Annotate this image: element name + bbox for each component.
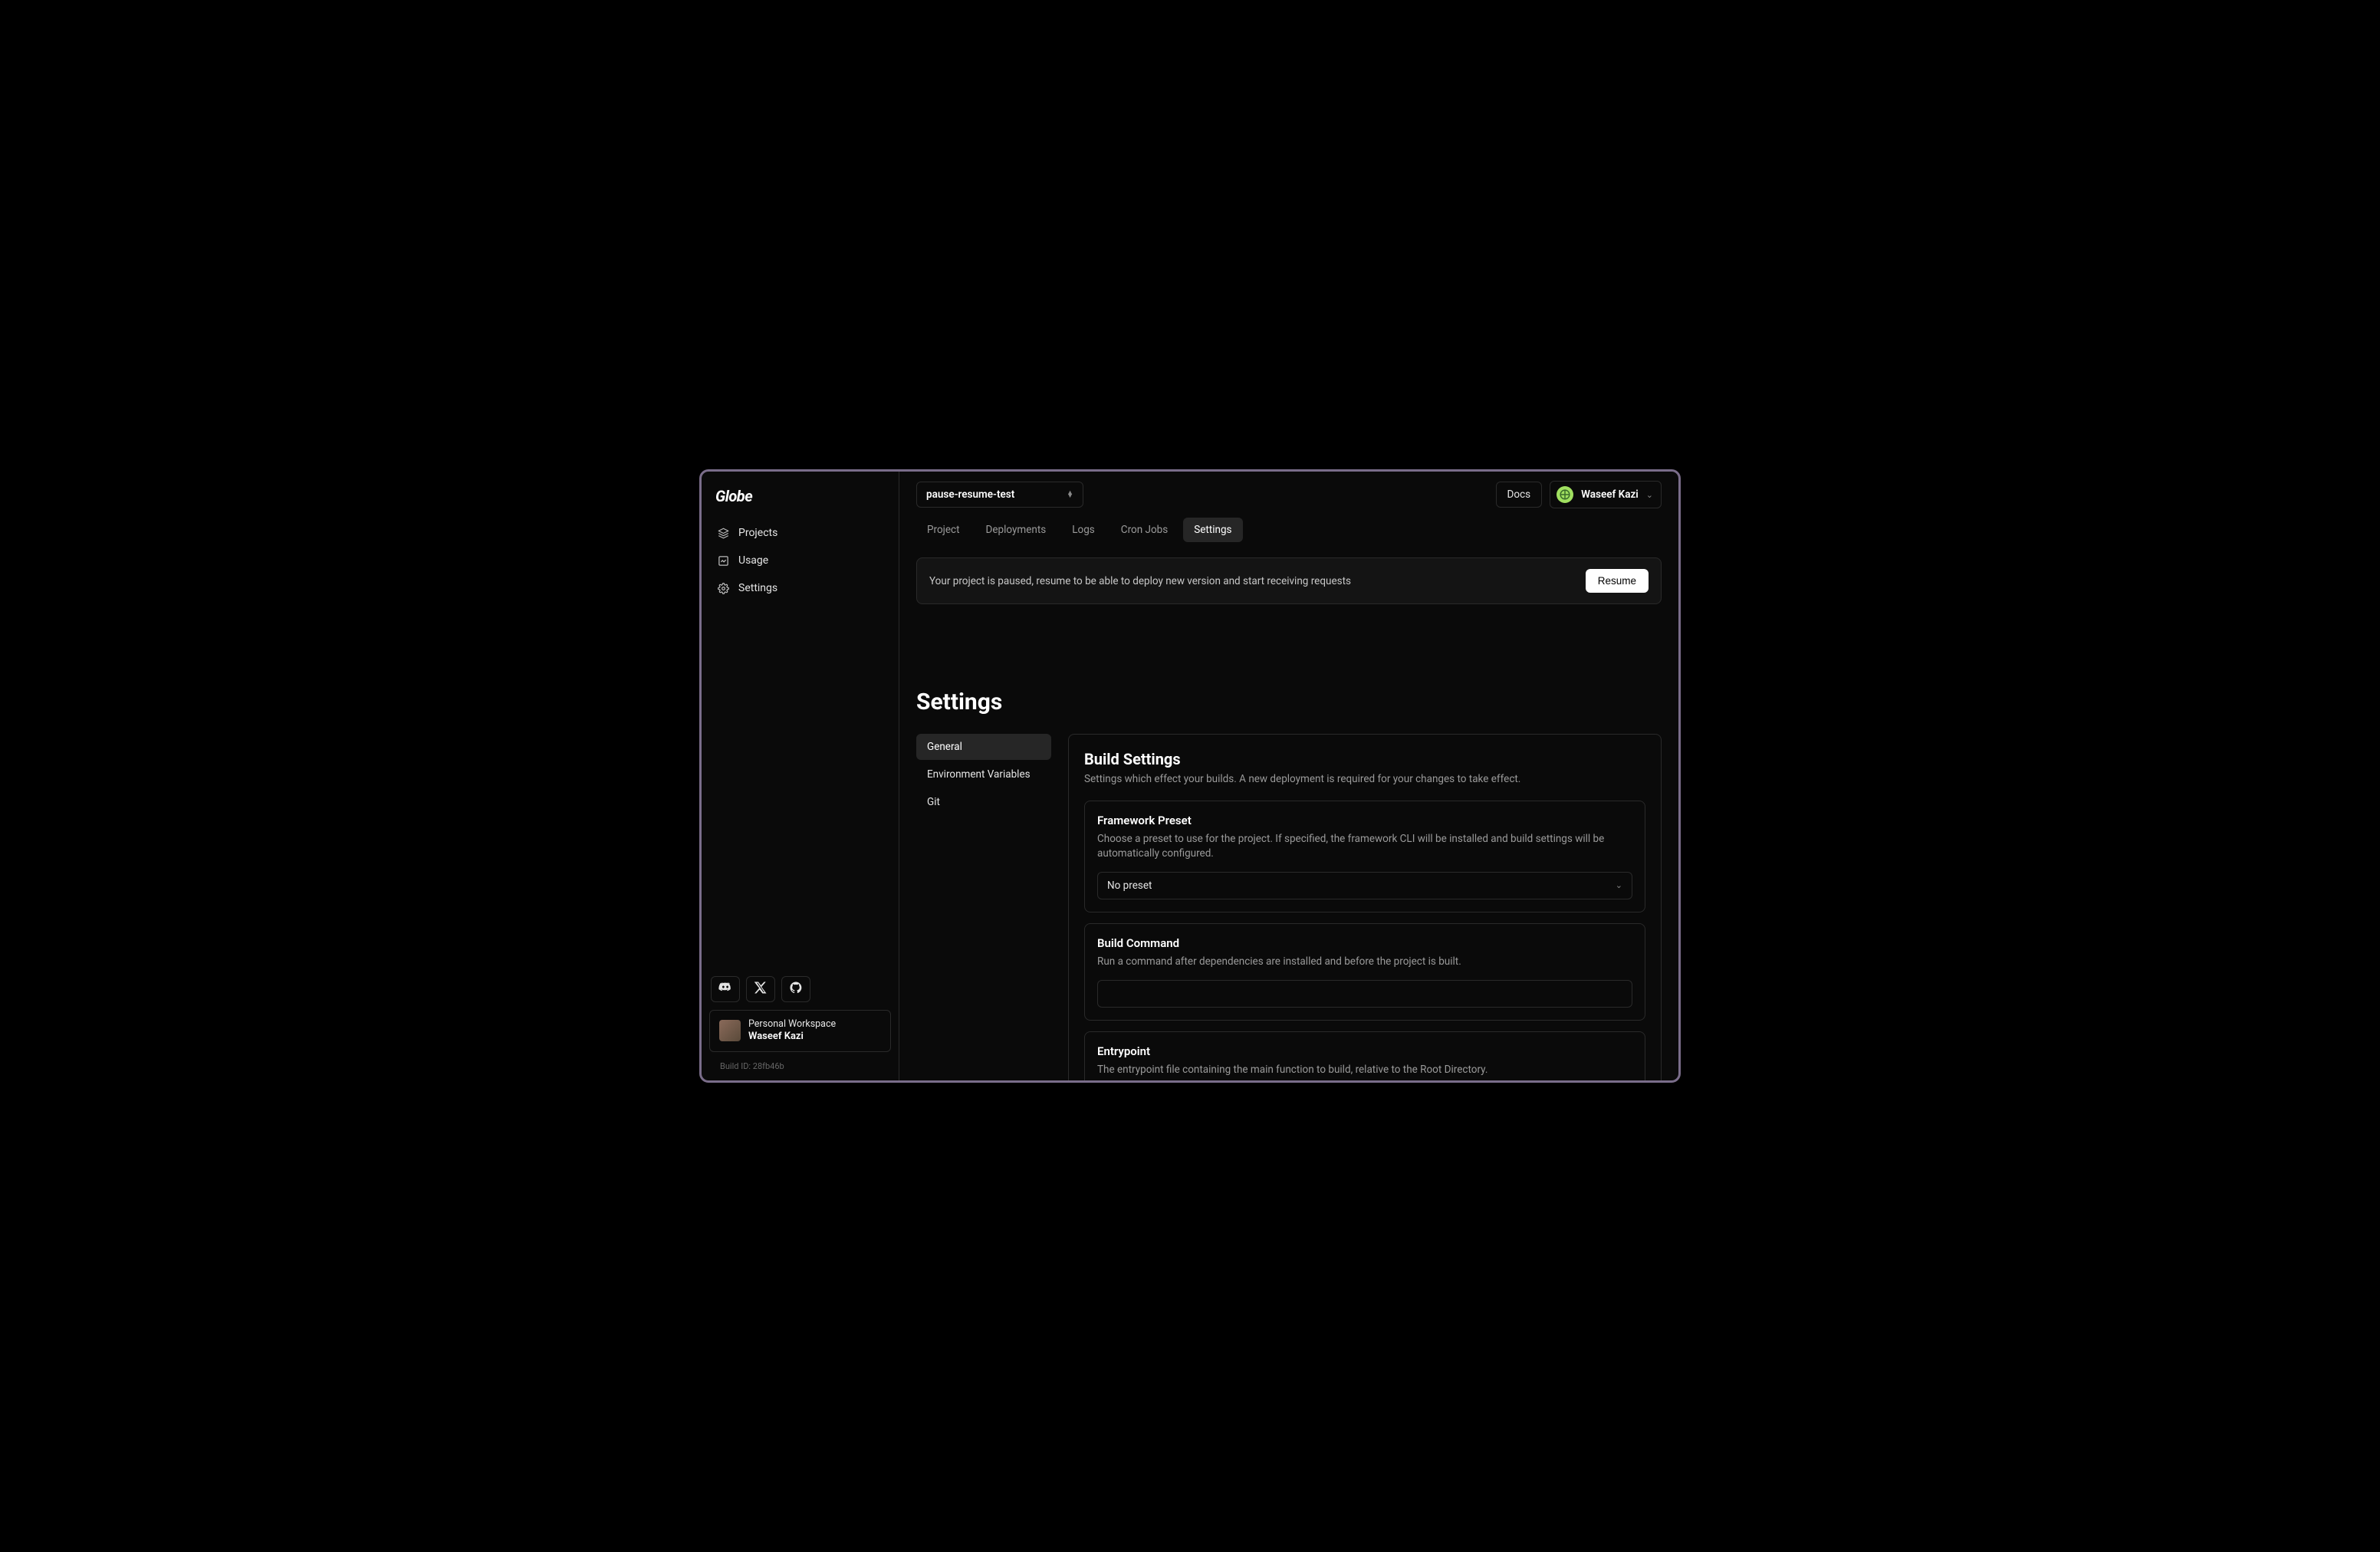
project-selector[interactable]: pause-resume-test ▲▼: [916, 482, 1083, 508]
card-desc: The entrypoint file containing the main …: [1097, 1063, 1632, 1077]
workspace-info: Personal Workspace Waseef Kazi: [748, 1018, 836, 1044]
sidebar-item-label: Projects: [738, 527, 777, 539]
settings-nav-git[interactable]: Git: [916, 789, 1051, 815]
workspace-label: Personal Workspace: [748, 1018, 836, 1031]
topbar-right: Docs Waseef Kazi ⌄: [1496, 481, 1662, 508]
card-desc: Choose a preset to use for the project. …: [1097, 832, 1632, 861]
tab-logs[interactable]: Logs: [1061, 518, 1106, 542]
sidebar-item-label: Settings: [738, 582, 777, 594]
entrypoint-card: Entrypoint The entrypoint file containin…: [1084, 1031, 1645, 1080]
discord-icon: [718, 981, 732, 998]
github-icon: [789, 981, 803, 998]
user-name: Waseef Kazi: [1581, 488, 1639, 501]
workspace-switcher[interactable]: Personal Workspace Waseef Kazi: [709, 1010, 891, 1052]
gear-icon: [717, 582, 729, 594]
brand-logo: Globe: [709, 484, 891, 519]
tab-project[interactable]: Project: [916, 518, 971, 542]
sidebar-item-label: Usage: [738, 554, 768, 567]
card-desc: Run a command after dependencies are ins…: [1097, 955, 1632, 969]
select-value: No preset: [1107, 880, 1152, 892]
chart-icon: [717, 554, 729, 567]
topbar: pause-resume-test ▲▼ Docs Waseef Kazi ⌄: [899, 472, 1678, 508]
section-title: Build Settings: [1084, 750, 1645, 768]
sidebar-item-usage[interactable]: Usage: [709, 547, 891, 574]
discord-link[interactable]: [711, 976, 740, 1002]
sidebar-item-settings[interactable]: Settings: [709, 574, 891, 602]
build-command-card: Build Command Run a command after depend…: [1084, 923, 1645, 1021]
settings-nav-general[interactable]: General: [916, 734, 1051, 760]
x-icon: [754, 981, 768, 998]
page-title: Settings: [916, 689, 1662, 715]
resume-button[interactable]: Resume: [1586, 569, 1649, 593]
framework-preset-select[interactable]: No preset ⌄: [1097, 872, 1632, 899]
sidebar-nav: Projects Usage Settings: [709, 519, 891, 976]
user-avatar-square: [719, 1020, 741, 1041]
main-content: pause-resume-test ▲▼ Docs Waseef Kazi ⌄ …: [899, 472, 1678, 1080]
tab-cron-jobs[interactable]: Cron Jobs: [1110, 518, 1178, 542]
tab-deployments[interactable]: Deployments: [975, 518, 1057, 542]
settings-panel: Build Settings Settings which effect you…: [1068, 734, 1662, 1080]
social-links: [709, 976, 891, 1002]
github-link[interactable]: [781, 976, 810, 1002]
project-tabs: Project Deployments Logs Cron Jobs Setti…: [899, 508, 1678, 542]
x-twitter-link[interactable]: [746, 976, 775, 1002]
build-id: Build ID: 28fb46b: [709, 1060, 891, 1071]
chevron-updown-icon: ▲▼: [1067, 492, 1073, 498]
chevron-down-icon: ⌄: [1646, 490, 1653, 500]
sidebar: Globe Projects Usage Settings: [702, 472, 899, 1080]
project-name: pause-resume-test: [926, 488, 1014, 501]
card-title: Entrypoint: [1097, 1044, 1632, 1058]
banner-message: Your project is paused, resume to be abl…: [929, 575, 1351, 587]
content-area: Your project is paused, resume to be abl…: [899, 542, 1678, 1080]
settings-nav-env-vars[interactable]: Environment Variables: [916, 761, 1051, 788]
stack-icon: [717, 527, 729, 539]
build-command-input[interactable]: [1097, 980, 1632, 1008]
framework-preset-card: Framework Preset Choose a preset to use …: [1084, 801, 1645, 912]
user-menu[interactable]: Waseef Kazi ⌄: [1550, 481, 1662, 508]
card-title: Framework Preset: [1097, 814, 1632, 827]
user-avatar-round: [1557, 486, 1573, 503]
sidebar-item-projects[interactable]: Projects: [709, 519, 891, 547]
settings-layout: General Environment Variables Git Build …: [916, 734, 1662, 1080]
tab-settings[interactable]: Settings: [1183, 518, 1242, 542]
docs-link[interactable]: Docs: [1496, 482, 1543, 508]
app-window: Globe Projects Usage Settings: [699, 469, 1681, 1083]
card-title: Build Command: [1097, 936, 1632, 950]
sidebar-footer: Personal Workspace Waseef Kazi Build ID:…: [709, 976, 891, 1071]
section-desc: Settings which effect your builds. A new…: [1084, 773, 1645, 785]
workspace-owner: Waseef Kazi: [748, 1031, 836, 1044]
chevron-down-icon: ⌄: [1616, 880, 1622, 890]
paused-banner: Your project is paused, resume to be abl…: [916, 557, 1662, 604]
settings-nav: General Environment Variables Git: [916, 734, 1051, 1080]
